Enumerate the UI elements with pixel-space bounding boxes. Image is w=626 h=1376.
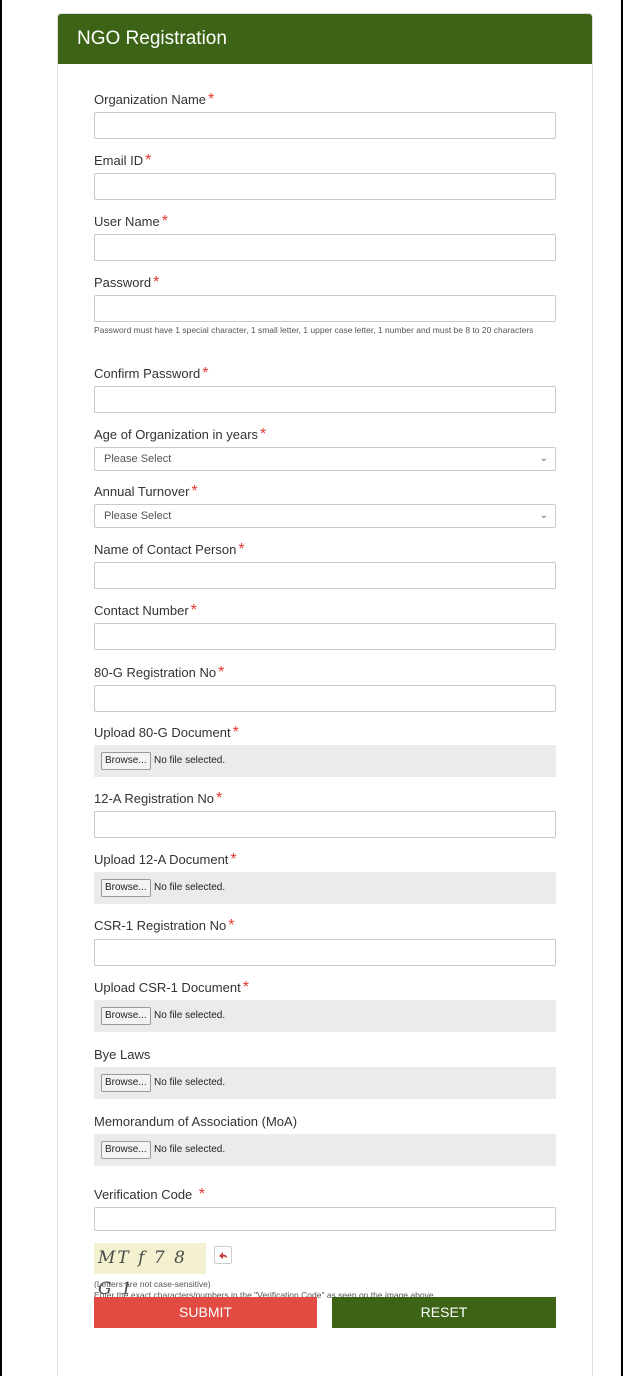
chevron-down-icon: ⌄: [539, 453, 548, 464]
file-status: No file selected.: [154, 1010, 226, 1021]
chevron-down-icon: ⌄: [539, 510, 548, 521]
org-name-input[interactable]: [94, 112, 556, 139]
panel-title: NGO Registration: [58, 14, 592, 64]
refresh-icon: [219, 1252, 227, 1259]
username-label: User Name *: [94, 213, 168, 230]
reg-80g-input[interactable]: [94, 685, 556, 712]
verification-input[interactable]: [94, 1207, 556, 1231]
reg-12a-input[interactable]: [94, 811, 556, 838]
org-name-label: Organization Name *: [94, 91, 215, 108]
upload-12a-label: Upload 12-A Document *: [94, 851, 237, 868]
file-status: No file selected.: [154, 1077, 226, 1088]
age-select-value: Please Select: [104, 453, 172, 465]
bye-laws-label: Bye Laws: [94, 1047, 151, 1062]
email-input[interactable]: [94, 173, 556, 200]
turnover-label: Annual Turnover *: [94, 483, 198, 500]
required-mark: *: [230, 851, 237, 868]
turnover-select[interactable]: Please Select ⌄: [94, 504, 556, 528]
reg-80g-label: 80-G Registration No *: [94, 664, 225, 681]
required-mark: *: [232, 724, 239, 741]
confirm-password-label: Confirm Password *: [94, 365, 209, 382]
password-help-text: Password must have 1 special character, …: [94, 325, 534, 335]
reset-button[interactable]: RESET: [332, 1297, 556, 1328]
moa-label: Memorandum of Association (MoA): [94, 1114, 298, 1129]
browse-button[interactable]: Browse...: [101, 1141, 151, 1159]
required-mark: *: [190, 602, 197, 619]
required-mark: *: [198, 1186, 205, 1203]
reg-csr1-label: CSR-1 Registration No *: [94, 917, 235, 934]
required-mark: *: [238, 541, 245, 558]
file-status: No file selected.: [154, 882, 226, 893]
required-mark: *: [215, 790, 223, 807]
age-label: Age of Organization in years *: [94, 426, 267, 443]
captcha-image: MT f 7 8 G 1: [94, 1243, 206, 1299]
username-input[interactable]: [94, 234, 556, 261]
email-label: Email ID *: [94, 152, 152, 169]
required-mark: *: [145, 152, 152, 169]
browse-button[interactable]: Browse...: [101, 752, 151, 770]
required-mark: *: [161, 213, 168, 230]
captcha-note: (Letters are not case-sensitive): [94, 1279, 211, 1289]
refresh-captcha-button[interactable]: [214, 1246, 232, 1264]
required-mark: *: [228, 917, 235, 934]
age-select[interactable]: Please Select ⌄: [94, 447, 556, 471]
confirm-password-input[interactable]: [94, 386, 556, 413]
file-status: No file selected.: [154, 1144, 226, 1155]
required-mark: *: [153, 274, 160, 291]
file-status: No file selected.: [154, 755, 226, 766]
reg-12a-label: 12-A Registration No *: [94, 790, 223, 807]
contact-number-label: Contact Number *: [94, 602, 197, 619]
required-mark: *: [208, 91, 215, 108]
browse-button[interactable]: Browse...: [101, 1074, 151, 1092]
required-mark: *: [218, 664, 225, 681]
reg-csr1-input[interactable]: [94, 939, 556, 966]
moa-file-input[interactable]: Browse... No file selected.: [94, 1134, 556, 1166]
contact-person-label: Name of Contact Person *: [94, 541, 245, 558]
contact-person-input[interactable]: [94, 562, 556, 589]
submit-button[interactable]: SUBMIT: [94, 1297, 317, 1328]
browse-button[interactable]: Browse...: [101, 1007, 151, 1025]
upload-csr1-file-input[interactable]: Browse... No file selected.: [94, 1000, 556, 1032]
upload-12a-file-input[interactable]: Browse... No file selected.: [94, 872, 556, 904]
upload-80g-file-input[interactable]: Browse... No file selected.: [94, 745, 556, 777]
upload-80g-label: Upload 80-G Document *: [94, 724, 239, 741]
required-mark: *: [202, 365, 209, 382]
password-label: Password *: [94, 274, 160, 291]
left-border: [0, 0, 2, 1376]
bye-laws-file-input[interactable]: Browse... No file selected.: [94, 1067, 556, 1099]
required-mark: *: [260, 426, 267, 443]
required-mark: *: [242, 979, 249, 996]
verification-label: Verification Code *: [94, 1186, 205, 1203]
browse-button[interactable]: Browse...: [101, 879, 151, 897]
upload-csr1-label: Upload CSR-1 Document *: [94, 979, 249, 996]
password-input[interactable]: [94, 295, 556, 322]
required-mark: *: [191, 483, 198, 500]
contact-number-input[interactable]: [94, 623, 556, 650]
turnover-select-value: Please Select: [104, 510, 172, 522]
right-border: [621, 0, 623, 1376]
